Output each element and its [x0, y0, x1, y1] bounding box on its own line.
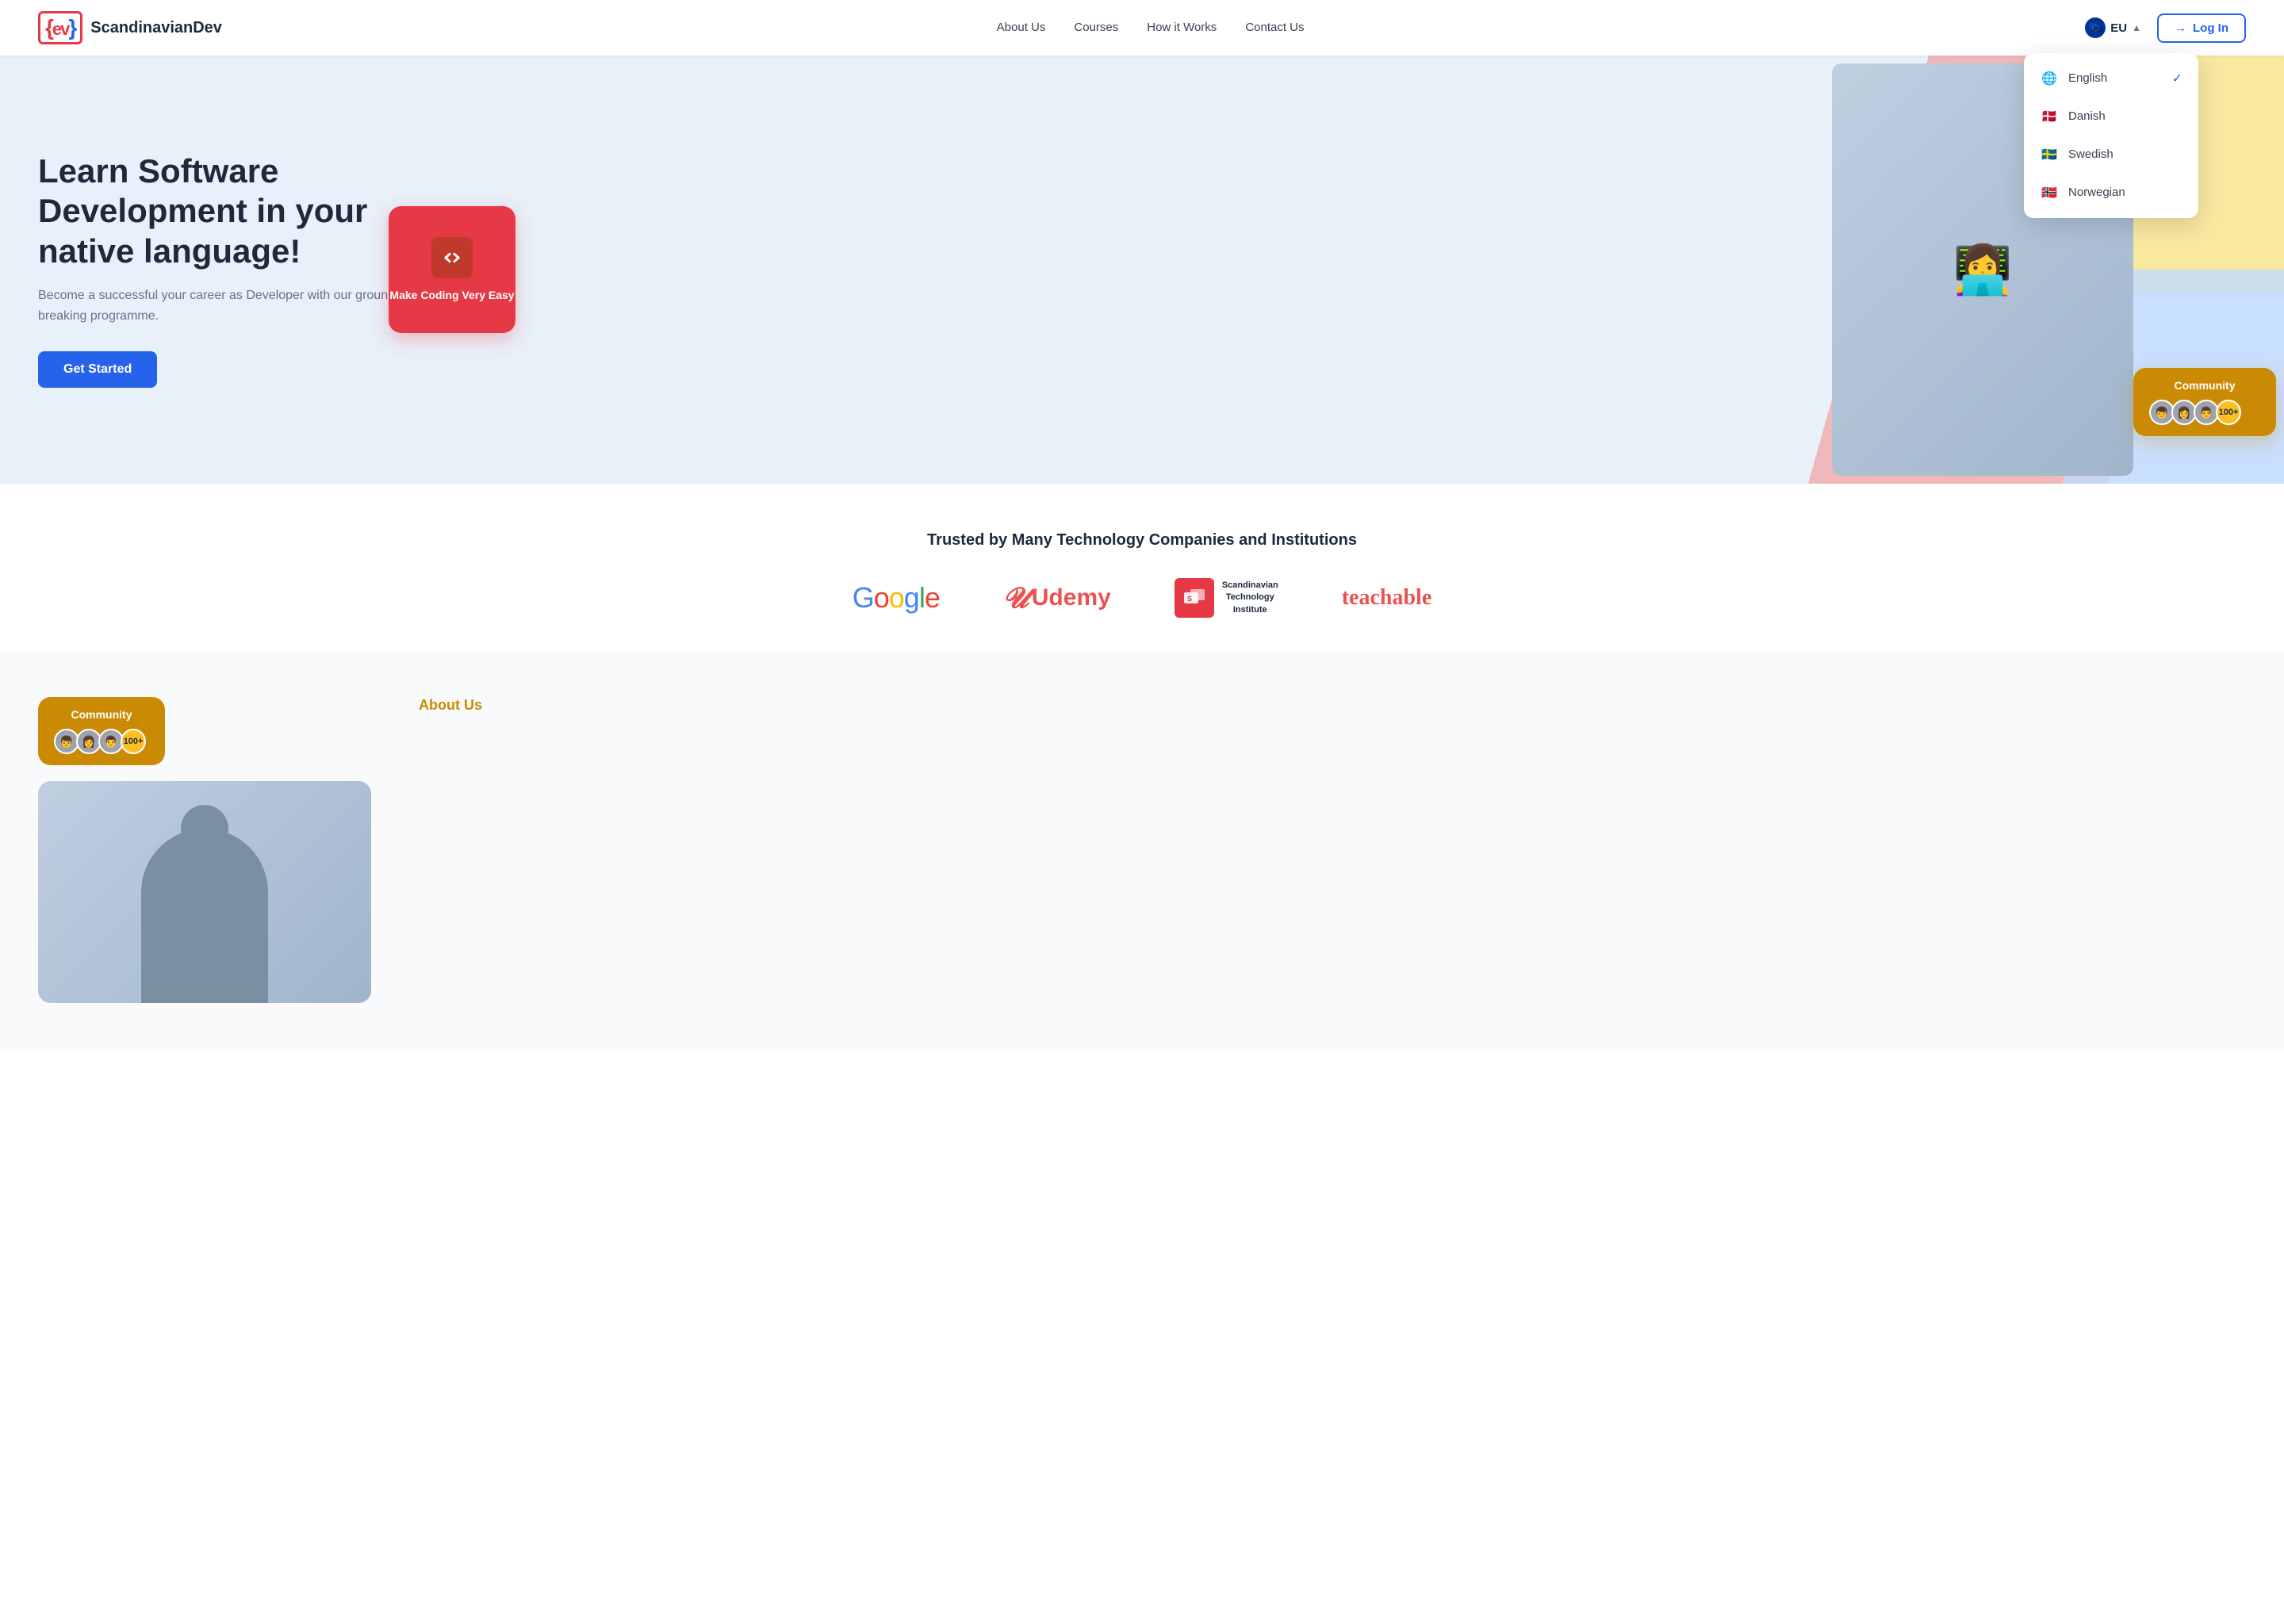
person-silhouette	[141, 829, 268, 1003]
language-selector[interactable]: 🇪🇺 EU ▲	[2079, 14, 2148, 41]
navbar: {ev} ScandinavianDev About Us Courses Ho…	[0, 0, 2284, 56]
udemy-logo: 𝓤 Udemy	[1003, 581, 1111, 615]
coding-card-label: Make Coding Very Easy	[389, 288, 514, 302]
checkmark-icon: ✓	[2172, 71, 2182, 86]
teachable-logo: teachable	[1342, 585, 1432, 611]
hero-title: Learn Software Development in your nativ…	[38, 151, 403, 271]
nav-link-courses[interactable]: Courses	[1074, 21, 1118, 34]
community-card-title: Community	[2149, 379, 2260, 392]
lang-option-swedish[interactable]: 🇸🇪 Swedish	[2024, 136, 2198, 174]
bottom-community-card: Community 👦 👩 👨 100+	[38, 697, 165, 765]
svg-text:S: S	[1187, 595, 1192, 603]
login-icon: →	[2175, 21, 2186, 35]
sti-text: ScandinavianTechnologyInstitute	[1222, 580, 1278, 616]
hero-subtitle: Become a successful your career as Devel…	[38, 285, 403, 326]
login-button[interactable]: → Log In	[2157, 13, 2246, 43]
norwegian-label: Norwegian	[2068, 186, 2125, 199]
bottom-person-image	[38, 781, 371, 1003]
nav-item-courses[interactable]: Courses	[1074, 21, 1118, 35]
language-dropdown: 🌐 English ✓ 🇩🇰 Danish 🇸🇪 Swedish 🇳🇴 Norw…	[2024, 53, 2198, 218]
nav-link-about[interactable]: About Us	[997, 21, 1046, 34]
logos-row: Google 𝓤 Udemy S ScandinavianTechnologyI…	[38, 578, 2246, 618]
chevron-up-icon: ▲	[2132, 22, 2141, 33]
sti-logo: S ScandinavianTechnologyInstitute	[1175, 578, 1278, 618]
nav-item-contact[interactable]: Contact Us	[1245, 21, 1304, 35]
code-icon	[431, 237, 473, 278]
community-count: 100+	[2216, 400, 2241, 425]
nav-item-about[interactable]: About Us	[997, 21, 1046, 35]
person-head	[181, 805, 228, 852]
lang-option-norwegian[interactable]: 🇳🇴 Norwegian	[2024, 174, 2198, 212]
nav-link-contact[interactable]: Contact Us	[1245, 21, 1304, 34]
coding-card: Make Coding Very Easy	[389, 206, 515, 333]
english-flag-icon: 🌐	[2040, 69, 2059, 88]
swedish-label: Swedish	[2068, 147, 2113, 161]
community-card-hero: Community 👦 👩 👨 100+	[2133, 368, 2276, 436]
bottom-community-count: 100+	[121, 729, 146, 754]
bottom-left: Community 👦 👩 👨 100+	[38, 697, 371, 1003]
nav-links: About Us Courses How it Works Contact Us	[997, 21, 1305, 35]
trusted-section: Trusted by Many Technology Companies and…	[0, 484, 2284, 649]
nav-right: 🇪🇺 EU ▲ → Log In 🌐 English ✓ 🇩🇰 Danish 🇸…	[2079, 13, 2246, 43]
danish-flag-icon: 🇩🇰	[2040, 107, 2059, 126]
language-label: EU	[2110, 21, 2127, 35]
brand-name: ScandinavianDev	[90, 19, 222, 37]
bottom-community-title: Community	[54, 708, 149, 721]
logo-icon: {ev}	[38, 11, 82, 44]
danish-label: Danish	[2068, 109, 2106, 123]
hero-section: 👩‍💻 Make Coding Very Easy Community 👦 👩 …	[0, 56, 2284, 484]
trusted-title: Trusted by Many Technology Companies and…	[38, 531, 2246, 550]
nav-link-how[interactable]: How it Works	[1147, 21, 1217, 34]
community-avatars: 👦 👩 👨 100+	[2149, 400, 2260, 425]
logo[interactable]: {ev} ScandinavianDev	[38, 11, 222, 44]
lang-option-danish[interactable]: 🇩🇰 Danish	[2024, 98, 2198, 136]
login-label: Log In	[2193, 21, 2228, 35]
norwegian-flag-icon: 🇳🇴	[2040, 183, 2059, 202]
lang-option-english[interactable]: 🌐 English ✓	[2024, 59, 2198, 98]
about-us-label: About Us	[419, 697, 482, 713]
bottom-right: About Us	[419, 697, 2246, 714]
google-logo: Google	[853, 581, 940, 615]
nav-item-how[interactable]: How it Works	[1147, 21, 1217, 35]
hero-content: Learn Software Development in your nativ…	[38, 151, 403, 388]
bottom-community-avatars: 👦 👩 👨 100+	[54, 729, 149, 754]
sti-icon: S	[1175, 578, 1214, 618]
bottom-section: Community 👦 👩 👨 100+ About Us	[0, 649, 2284, 1051]
swedish-flag-icon: 🇸🇪	[2040, 145, 2059, 164]
eu-flag-icon: 🇪🇺	[2085, 17, 2106, 38]
get-started-button[interactable]: Get Started	[38, 351, 157, 388]
english-label: English	[2068, 71, 2107, 85]
